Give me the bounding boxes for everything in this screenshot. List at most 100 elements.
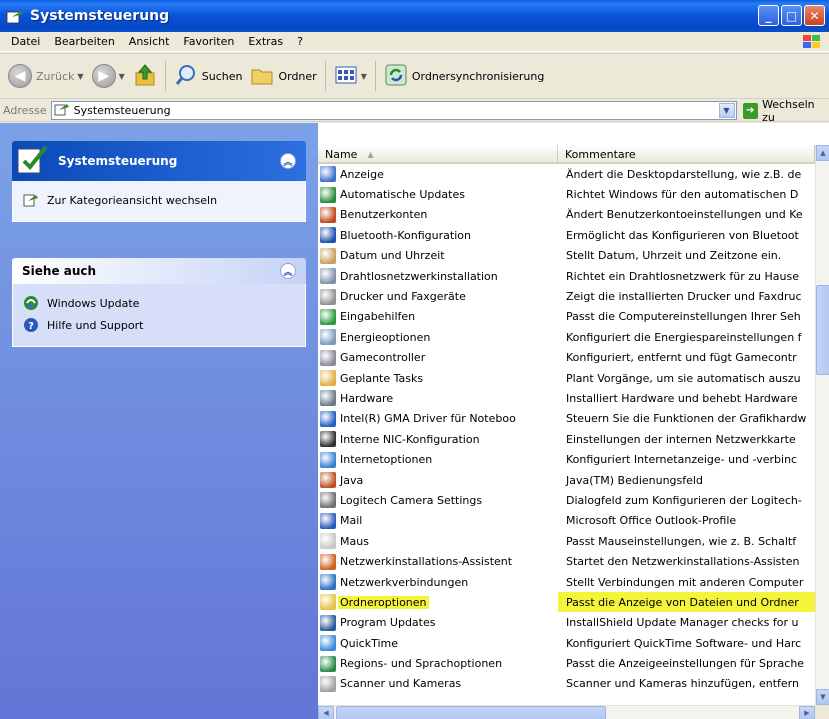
item-name-cell[interactable]: Program Updates <box>318 614 558 631</box>
list-item[interactable]: Program Updates InstallShield Update Mana… <box>318 613 815 633</box>
list-item[interactable]: Logitech Camera Settings Dialogfeld zum K… <box>318 490 815 510</box>
item-name: Datum und Uhrzeit <box>340 249 445 263</box>
item-name-cell[interactable]: Java <box>318 472 558 489</box>
item-name-cell[interactable]: Intel(R) GMA Driver für Noteboo <box>318 410 558 427</box>
forward-dropdown-icon[interactable]: ▼ <box>119 72 125 81</box>
menu-help[interactable]: ? <box>290 35 310 48</box>
item-list-view[interactable]: Name ▲ Kommentare Anzeige Ändert die Desk… <box>318 123 829 719</box>
network-card-icon <box>320 431 336 448</box>
views-button[interactable]: ▼ <box>330 57 371 95</box>
close-button[interactable]: ✕ <box>804 5 825 26</box>
list-item[interactable]: Maus Passt Mauseinstellungen, wie z. B. S… <box>318 531 815 551</box>
list-item[interactable]: Scanner und Kameras Scanner und Kameras h… <box>318 674 815 694</box>
item-name-cell[interactable]: Netzwerkinstallations-Assistent <box>318 553 558 570</box>
windows-update-link[interactable]: Windows Update <box>23 292 295 314</box>
list-item[interactable]: Benutzerkonten Ändert Benutzerkontoeinste… <box>318 205 815 225</box>
category-view-icon <box>23 192 41 208</box>
scroll-down-icon[interactable]: ▼ <box>816 689 829 705</box>
go-button[interactable]: ➔ Wechseln zu <box>742 98 829 124</box>
item-name-cell[interactable]: Drahtlosnetzwerkinstallation <box>318 268 558 285</box>
back-button[interactable]: ◀ Zurück ▼ <box>4 57 88 95</box>
list-item[interactable]: Ordneroptionen Passt die Anzeige von Date… <box>318 592 815 613</box>
item-name-cell[interactable]: Internetoptionen <box>318 451 558 468</box>
item-name-cell[interactable]: Scanner und Kameras <box>318 675 558 692</box>
java-icon <box>320 472 336 489</box>
scroll-right-icon[interactable]: ▶ <box>799 706 815 719</box>
list-item[interactable]: Regions- und Sprachoptionen Passt die Anz… <box>318 653 815 673</box>
list-item[interactable]: Drahtlosnetzwerkinstallation Richtet ein … <box>318 266 815 286</box>
maximize-button[interactable]: □ <box>781 5 802 26</box>
column-header-comment[interactable]: Kommentare <box>558 145 815 164</box>
horizontal-scroll-thumb[interactable] <box>336 706 606 719</box>
list-item[interactable]: Java Java(TM) Bedienungsfeld <box>318 470 815 490</box>
list-item[interactable]: Intel(R) GMA Driver für Noteboo Steuern S… <box>318 409 815 429</box>
menu-favorites[interactable]: Favoriten <box>176 35 241 48</box>
collapse-icon[interactable]: ︽ <box>280 153 296 169</box>
list-item[interactable]: Automatische Updates Richtet Windows für … <box>318 184 815 204</box>
list-item[interactable]: Eingabehilfen Passt die Computereinstellu… <box>318 307 815 327</box>
control-panel-task-header[interactable]: Systemsteuerung ︽ <box>12 141 306 181</box>
item-name-cell[interactable]: Interne NIC-Konfiguration <box>318 431 558 448</box>
item-name-cell[interactable]: Regions- und Sprachoptionen <box>318 655 558 672</box>
item-name-cell[interactable]: Ordneroptionen <box>318 594 558 611</box>
sync-label: Ordnersynchronisierung <box>411 69 545 83</box>
item-name-cell[interactable]: Netzwerkverbindungen <box>318 574 558 590</box>
views-dropdown-icon[interactable]: ▼ <box>361 72 367 81</box>
item-name-cell[interactable]: Benutzerkonten <box>318 206 558 223</box>
list-item[interactable]: Gamecontroller Konfiguriert, entfernt und… <box>318 348 815 368</box>
item-name-cell[interactable]: Eingabehilfen <box>318 308 558 325</box>
list-item[interactable]: Mail Microsoft Office Outlook-Profile <box>318 511 815 531</box>
item-name-cell[interactable]: Bluetooth-Konfiguration <box>318 227 558 244</box>
scroll-up-icon[interactable]: ▲ <box>816 145 829 161</box>
item-name-cell[interactable]: Mail <box>318 512 558 529</box>
resize-grip[interactable] <box>815 705 829 719</box>
list-item[interactable]: Hardware Installiert Hardware und behebt … <box>318 388 815 408</box>
menu-tools[interactable]: Extras <box>241 35 290 48</box>
up-button[interactable] <box>129 57 161 95</box>
see-also-header[interactable]: Siehe auch ︽ <box>12 258 306 284</box>
vertical-scrollbar[interactable]: ▲ ▼ <box>815 145 829 705</box>
address-input[interactable]: Systemsteuerung ▼ <box>50 101 737 120</box>
item-name-cell[interactable]: Hardware <box>318 390 558 407</box>
title-bar[interactable]: Systemsteuerung _ □ ✕ <box>0 0 829 32</box>
vertical-scroll-thumb[interactable] <box>816 285 829 375</box>
collapse-icon[interactable]: ︽ <box>280 263 296 279</box>
list-item[interactable]: Geplante Tasks Plant Vorgänge, um sie aut… <box>318 368 815 388</box>
list-item[interactable]: Bluetooth-Konfiguration Ermöglicht das Ko… <box>318 225 815 245</box>
list-item[interactable]: QuickTime Konfiguriert QuickTime Software… <box>318 633 815 653</box>
item-name-cell[interactable]: Logitech Camera Settings <box>318 492 558 509</box>
item-name-cell[interactable]: Anzeige <box>318 166 558 183</box>
help-and-support-link[interactable]: ? Hilfe und Support <box>23 314 295 336</box>
item-name-cell[interactable]: QuickTime <box>318 635 558 652</box>
menu-file[interactable]: Datei <box>4 35 47 48</box>
list-item[interactable]: Internetoptionen Konfiguriert Internetanz… <box>318 449 815 469</box>
item-name-cell[interactable]: Gamecontroller <box>318 349 558 366</box>
item-name-cell[interactable]: Automatische Updates <box>318 186 558 203</box>
folders-button[interactable]: Ordner <box>246 57 320 95</box>
svg-text:?: ? <box>28 321 34 332</box>
minimize-button[interactable]: _ <box>758 5 779 26</box>
switch-to-category-view-link[interactable]: Zur Kategorieansicht wechseln <box>23 189 295 211</box>
list-item[interactable]: Anzeige Ändert die Desktopdarstellung, wi… <box>318 164 815 184</box>
item-name-cell[interactable]: Datum und Uhrzeit <box>318 247 558 264</box>
menu-edit[interactable]: Bearbeiten <box>47 35 121 48</box>
column-header-name[interactable]: Name ▲ <box>318 145 558 164</box>
item-name-cell[interactable]: Maus <box>318 533 558 550</box>
list-item[interactable]: Energieoptionen Konfiguriert die Energies… <box>318 327 815 347</box>
item-name-cell[interactable]: Geplante Tasks <box>318 370 558 387</box>
list-item[interactable]: Netzwerkverbindungen Stellt Verbindungen … <box>318 572 815 592</box>
folder-sync-button[interactable]: Ordnersynchronisierung <box>380 57 549 95</box>
search-button[interactable]: Suchen <box>170 57 247 95</box>
item-name-cell[interactable]: Energieoptionen <box>318 329 558 346</box>
horizontal-scrollbar[interactable]: ◀ ▶ <box>318 705 815 719</box>
list-item[interactable]: Drucker und Faxgeräte Zeigt die installie… <box>318 286 815 306</box>
list-item[interactable]: Datum und Uhrzeit Stellt Datum, Uhrzeit u… <box>318 246 815 266</box>
menu-view[interactable]: Ansicht <box>122 35 177 48</box>
list-item[interactable]: Interne NIC-Konfiguration Einstellungen d… <box>318 429 815 449</box>
forward-button[interactable]: ▶ ▼ <box>88 57 129 95</box>
scroll-left-icon[interactable]: ◀ <box>318 706 334 719</box>
address-dropdown-icon[interactable]: ▼ <box>718 103 735 118</box>
item-name-cell[interactable]: Drucker und Faxgeräte <box>318 288 558 305</box>
back-dropdown-icon[interactable]: ▼ <box>77 72 83 81</box>
list-item[interactable]: Netzwerkinstallations-Assistent Startet d… <box>318 551 815 571</box>
